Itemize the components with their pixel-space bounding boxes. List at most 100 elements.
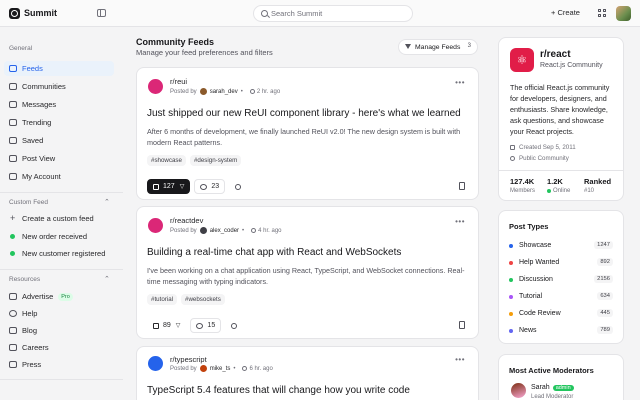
bookmark-icon — [9, 137, 17, 144]
author-name[interactable]: sarah_dev — [210, 89, 238, 95]
sidebar-item-communities[interactable]: Communities — [4, 79, 114, 94]
user-avatar[interactable] — [616, 6, 631, 21]
author-avatar — [199, 365, 207, 372]
post-type-item[interactable]: Code Review 445 — [509, 309, 613, 317]
tag-list: #tutorial #websockets — [147, 294, 225, 305]
post-title[interactable]: TypeScript 5.4 features that will change… — [147, 385, 410, 396]
sidebar-item-messages[interactable]: Messages — [4, 97, 114, 112]
tag[interactable]: #websockets — [181, 294, 225, 305]
sidebar-item-press[interactable]: Press — [4, 357, 114, 372]
megaphone-icon — [9, 293, 17, 300]
post-title[interactable]: Building a real-time chat app with React… — [147, 247, 401, 258]
author-avatar — [199, 227, 207, 234]
post-types-card: Post Types Showcase 1247 Help Wanted 892 D… — [498, 210, 624, 344]
bookmark-icon[interactable] — [459, 182, 465, 190]
community-created: Created Sep 5, 2011 — [510, 144, 576, 151]
create-button[interactable]: + Create — [551, 8, 580, 17]
sidebar-item-new-customer[interactable]: New customer registered — [4, 246, 114, 261]
community-avatar-icon[interactable] — [148, 356, 163, 371]
file-icon — [9, 155, 17, 162]
post-type-item[interactable]: Help Wanted 892 — [509, 258, 613, 266]
chevron-up-icon[interactable]: ⌃ — [104, 275, 110, 283]
community-description: The official React.js community for deve… — [510, 83, 610, 136]
post-card[interactable]: r/typescript Posted by mike_ts • 6 hr. a… — [136, 346, 479, 400]
newspaper-icon — [9, 361, 17, 368]
sidebar-item-careers[interactable]: Careers — [4, 340, 114, 355]
thumbs-down-icon[interactable]: ▽ — [180, 183, 185, 190]
red-dot-icon — [509, 260, 513, 265]
card-divider — [499, 170, 623, 171]
search-input[interactable]: Search Summit — [253, 5, 413, 22]
comment-icon — [196, 322, 204, 329]
post-title[interactable]: Just shipped our new ReUI component libr… — [147, 108, 461, 119]
post-card[interactable]: r/reactdev Posted by alex_coder • 4 hr. … — [136, 206, 479, 339]
admin-badge: admin — [552, 384, 574, 391]
search-placeholder: Search Summit — [271, 9, 323, 18]
more-options-icon[interactable]: ••• — [455, 78, 465, 87]
author-name[interactable]: alex_coder — [210, 228, 239, 234]
brand-name[interactable]: Summit — [24, 8, 57, 18]
home-icon — [9, 65, 17, 72]
comment-button[interactable]: 23 — [194, 179, 226, 194]
post-time: 6 hr. ago — [249, 365, 273, 372]
search-icon — [261, 10, 268, 17]
community-name[interactable]: r/reactdev — [170, 216, 203, 225]
user-icon — [9, 173, 17, 180]
bookmark-icon[interactable] — [459, 321, 465, 329]
share-button[interactable] — [229, 179, 247, 194]
more-options-icon[interactable]: ••• — [455, 217, 465, 226]
sidebar-item-new-order[interactable]: New order received — [4, 229, 114, 244]
community-name[interactable]: r/typescript — [170, 355, 207, 364]
community-avatar-icon[interactable] — [148, 218, 163, 233]
trending-icon — [9, 119, 17, 126]
post-time: 2 hr. ago — [256, 88, 281, 95]
sidebar-item-create-custom-feed[interactable]: + Create a custom feed — [4, 211, 114, 226]
post-type-item[interactable]: News 789 — [509, 326, 613, 334]
post-card[interactable]: r/reui Posted by sarah_dev • 2 hr. ago •… — [136, 67, 479, 200]
chevron-up-icon[interactable]: ⌃ — [104, 198, 110, 206]
post-type-item[interactable]: Showcase 1247 — [509, 241, 613, 249]
message-icon — [9, 101, 17, 108]
book-icon — [9, 327, 17, 334]
tag[interactable]: #tutorial — [147, 294, 178, 305]
blue-dot-icon — [509, 243, 513, 248]
tag[interactable]: #design-system — [189, 155, 242, 166]
sidebar-item-my-account[interactable]: My Account — [4, 169, 114, 184]
community-avatar-icon[interactable] — [148, 79, 163, 94]
post-meta: Posted by mike_ts • 6 hr. ago — [170, 365, 273, 372]
like-button[interactable]: 89 ▽ — [147, 318, 186, 333]
thumbs-down-icon[interactable]: ▽ — [176, 322, 181, 329]
post-type-item[interactable]: Discussion 2156 — [509, 275, 613, 283]
community-name[interactable]: r/reui — [170, 77, 187, 86]
globe-icon — [510, 156, 515, 161]
moderator-name[interactable]: Sarah admin — [531, 384, 574, 391]
community-info-card: ⚛ r/react React.js Community The officia… — [498, 37, 624, 201]
post-type-item[interactable]: Tutorial 634 — [509, 292, 613, 300]
calendar-icon — [510, 145, 515, 150]
author-name[interactable]: mike_ts — [210, 366, 231, 372]
sidebar-item-feeds[interactable]: Feeds — [4, 61, 114, 76]
sidebar-item-post-view[interactable]: Post View — [4, 151, 114, 166]
comment-button[interactable]: 15 — [190, 318, 222, 333]
share-icon — [235, 183, 242, 190]
apps-grid-icon[interactable] — [598, 9, 606, 17]
sidebar-item-advertise[interactable]: Advertise Pro — [4, 289, 114, 304]
sidebar-item-blog[interactable]: Blog — [4, 323, 114, 338]
pro-badge: Pro — [58, 292, 73, 301]
stat-members: 127.4K Members — [510, 177, 536, 194]
thumbs-up-icon — [153, 322, 159, 329]
sidebar-item-help[interactable]: Help — [4, 306, 114, 321]
logo-icon[interactable] — [9, 8, 20, 19]
sidebar-toggle-icon[interactable] — [97, 9, 106, 17]
like-button[interactable]: 127 ▽ — [147, 179, 191, 194]
post-meta: Posted by alex_coder • 4 hr. ago — [170, 227, 282, 234]
sidebar-item-saved[interactable]: Saved — [4, 133, 114, 148]
sidebar-item-trending[interactable]: Trending — [4, 115, 114, 130]
manage-feeds-button[interactable]: Manage Feeds 3 — [398, 39, 478, 55]
more-options-icon[interactable]: ••• — [455, 355, 465, 364]
orange-dot-icon — [509, 311, 513, 316]
community-visibility: Public Community — [510, 155, 569, 162]
moderator-avatar[interactable] — [511, 383, 526, 398]
tag[interactable]: #showcase — [147, 155, 186, 166]
share-button[interactable] — [225, 318, 243, 333]
